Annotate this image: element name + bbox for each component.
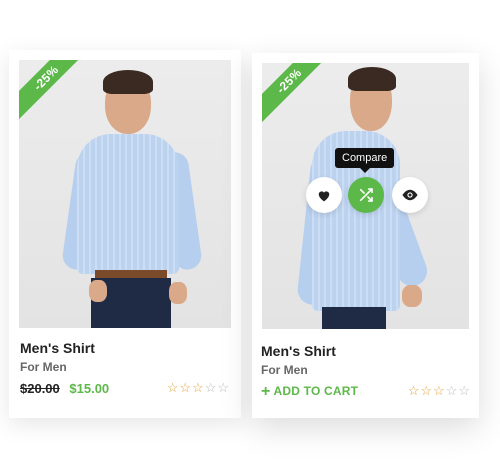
add-to-cart-button[interactable]: + ADD TO CART <box>261 383 358 401</box>
product-category: For Men <box>261 363 308 377</box>
star-icon: ☆ <box>407 383 421 398</box>
add-to-cart-label: ADD TO CART <box>273 384 359 398</box>
eye-icon <box>402 189 418 201</box>
old-price: $20.00 <box>20 381 60 396</box>
product-title[interactable]: Men's Shirt <box>20 340 95 356</box>
heart-icon <box>318 190 330 201</box>
star-icon: ☆ <box>166 380 180 395</box>
price: $20.00 $15.00 <box>20 381 109 396</box>
star-icon: ☆ <box>433 383 446 398</box>
star-icon: ☆ <box>217 380 230 395</box>
rating-stars: ☆☆☆☆☆ <box>167 380 230 396</box>
compare-button[interactable] <box>348 177 384 213</box>
sale-price: $15.00 <box>69 381 110 396</box>
star-icon: ☆ <box>204 380 218 395</box>
star-icon: ☆ <box>192 380 205 395</box>
quick-view-button[interactable] <box>392 177 428 213</box>
plus-icon: + <box>261 383 271 400</box>
star-icon: ☆ <box>179 380 193 395</box>
star-icon: ☆ <box>458 383 471 398</box>
star-icon: ☆ <box>420 383 434 398</box>
star-icon: ☆ <box>445 383 459 398</box>
rating-stars: ☆☆☆☆☆ <box>408 383 471 399</box>
product-image[interactable]: -25% <box>19 60 231 328</box>
product-image[interactable]: -25% Compare <box>262 63 469 329</box>
product-card[interactable]: -25% Men's Shirt For Men $20.00 $15.00 ☆… <box>9 50 241 418</box>
product-card[interactable]: -25% Compare Men's Shirt For Men + ADD TO… <box>252 53 479 418</box>
wishlist-button[interactable] <box>306 177 342 213</box>
model-figure <box>19 60 231 328</box>
product-category: For Men <box>20 360 67 374</box>
product-title[interactable]: Men's Shirt <box>261 343 336 359</box>
compare-tooltip: Compare <box>335 148 395 173</box>
shuffle-icon <box>359 188 373 202</box>
